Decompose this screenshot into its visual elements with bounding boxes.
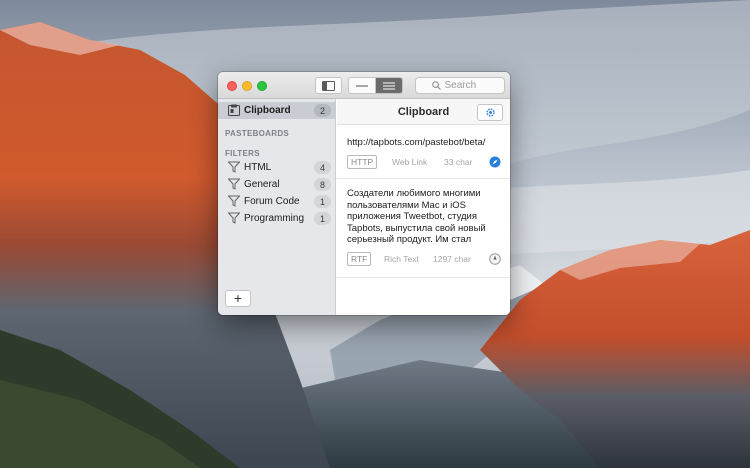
sidebar-item-label: General <box>244 179 280 190</box>
filters-header: FILTERS <box>225 149 260 158</box>
safari-compass-icon <box>489 156 501 168</box>
sidebar-icon <box>322 80 335 91</box>
type-badge: HTTP <box>347 155 378 169</box>
clip-text: http://tapbots.com/pastebot/beta/ <box>347 137 486 148</box>
list-item[interactable]: Создатели любимого многими пользователям… <box>337 179 510 278</box>
gear-icon <box>485 108 495 117</box>
search-icon <box>431 81 441 90</box>
clip-meta: RTF Rich Text 1297 char <box>347 252 501 266</box>
sidebar-item-label: Clipboard <box>244 105 291 116</box>
close-button[interactable] <box>227 81 237 91</box>
count-badge: 1 <box>314 212 331 225</box>
list-view-icon <box>383 82 396 89</box>
sidebar-item-label: Forum Code <box>244 196 300 207</box>
filter-funnel-icon <box>228 161 240 173</box>
sidebar-item-clipboard[interactable]: Clipboard 2 <box>218 102 336 119</box>
app-icon <box>489 253 501 265</box>
clip-kind: Web Link <box>392 157 428 167</box>
clip-text: Создатели любимого многими пользователям… <box>347 188 486 248</box>
zoom-button[interactable] <box>257 81 267 91</box>
titlebar <box>218 72 510 99</box>
search-field[interactable] <box>415 77 505 94</box>
sidebar-item-general[interactable]: General 8 <box>218 176 336 193</box>
count-badge: 1 <box>314 195 331 208</box>
filter-funnel-icon <box>228 212 240 224</box>
single-line-view-button[interactable] <box>349 78 375 93</box>
count-badge: 4 <box>314 161 331 174</box>
clip-size: 1297 char <box>433 254 471 264</box>
clipboard-icon <box>228 104 240 116</box>
clipboard-list-pane: Clipboard http://tapbots.com/pastebot/be… <box>337 99 510 315</box>
type-badge: RTF <box>347 252 372 266</box>
filter-funnel-icon <box>228 195 240 207</box>
sidebar-item-programming[interactable]: Programming 1 <box>218 210 336 227</box>
add-button[interactable]: + <box>225 290 251 307</box>
sidebar-item-forum-code[interactable]: Forum Code 1 <box>218 193 336 210</box>
single-line-view-icon <box>356 85 369 86</box>
list-item[interactable]: http://tapbots.com/pastebot/beta/ HTTP W… <box>337 125 510 179</box>
minimize-button[interactable] <box>242 81 252 91</box>
search-input[interactable] <box>444 80 489 91</box>
toggle-sidebar-button[interactable] <box>315 77 342 94</box>
list-view-button[interactable] <box>375 78 402 93</box>
count-badge: 2 <box>314 104 331 117</box>
pastebot-window: Clipboard 2 PASTEBOARDS FILTERS HTML 4 G… <box>218 72 510 315</box>
sidebar-item-label: HTML <box>244 162 272 173</box>
clip-meta: HTTP Web Link 33 char <box>347 155 501 169</box>
view-mode-segmented-control <box>348 77 403 94</box>
pasteboards-header: PASTEBOARDS <box>225 129 290 138</box>
sidebar: Clipboard 2 PASTEBOARDS FILTERS HTML 4 G… <box>218 99 336 315</box>
clip-kind: Rich Text <box>384 254 419 264</box>
clip-size: 33 char <box>444 157 473 167</box>
filter-funnel-icon <box>228 178 240 190</box>
sidebar-item-label: Programming <box>244 213 305 224</box>
sidebar-item-html[interactable]: HTML 4 <box>218 159 336 176</box>
count-badge: 8 <box>314 178 331 191</box>
settings-button[interactable] <box>477 104 503 121</box>
content-header: Clipboard <box>337 99 510 125</box>
